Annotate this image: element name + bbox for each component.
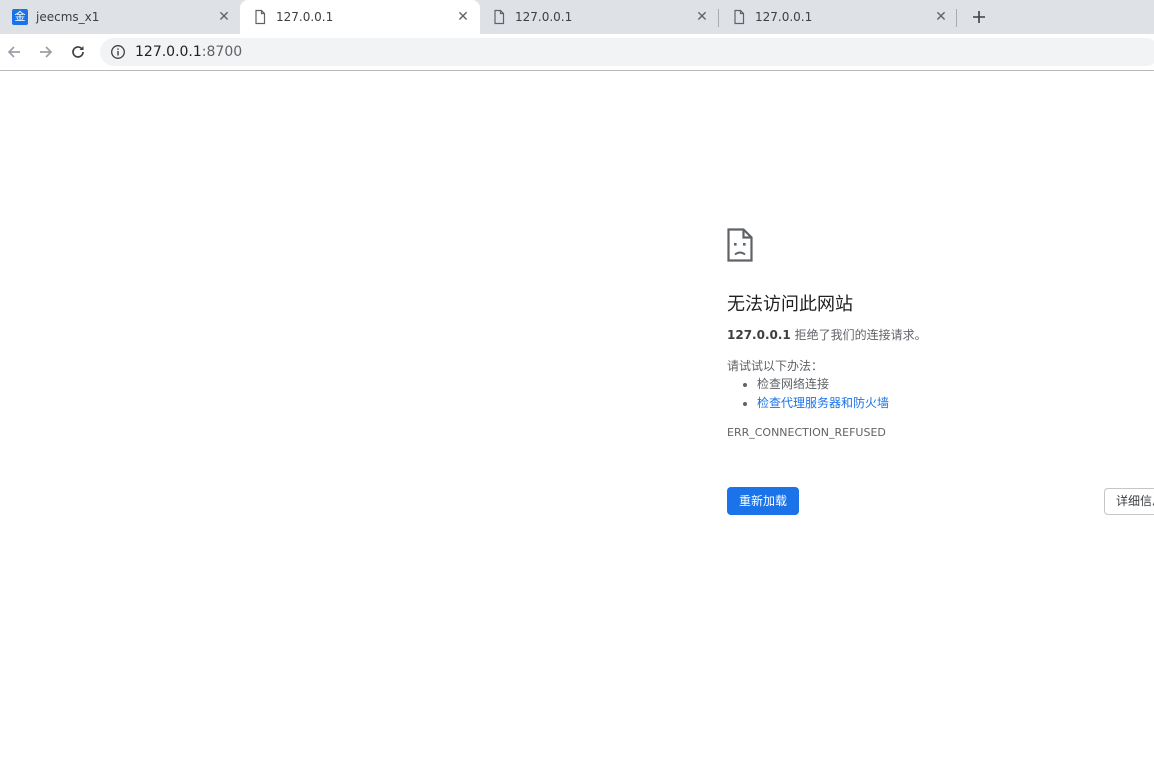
sad-page-icon <box>727 228 753 262</box>
forward-arrow-icon[interactable] <box>36 42 56 62</box>
tab-jeecms[interactable]: 金 jeecms_x1 ✕ <box>0 0 240 34</box>
reload-button[interactable]: 重新加载 <box>727 487 799 515</box>
tab-title: 127.0.0.1 <box>276 10 334 24</box>
tab-separator <box>956 9 957 27</box>
error-description: 127.0.0.1 拒绝了我们的连接请求。 <box>727 326 1147 344</box>
suggestion-check-network: 检查网络连接 <box>757 375 1147 394</box>
url-text[interactable]: 127.0.0.1:8700 <box>135 44 242 60</box>
details-button[interactable]: 详细信息 <box>1104 488 1154 515</box>
new-tab-button[interactable] <box>968 6 990 28</box>
error-code: ERR_CONNECTION_REFUSED <box>727 426 886 439</box>
suggestions-heading: 请试试以下办法： <box>727 359 824 373</box>
info-icon[interactable] <box>110 44 126 60</box>
tab-title: jeecms_x1 <box>36 10 100 24</box>
error-description-text: 拒绝了我们的连接请求。 <box>790 328 927 342</box>
tab-title: 127.0.0.1 <box>515 10 573 24</box>
reload-icon[interactable] <box>68 42 88 62</box>
tab-127-third[interactable]: 127.0.0.1 ✕ <box>719 0 957 34</box>
tab-close-icon[interactable]: ✕ <box>455 9 471 25</box>
error-content: 无法访问此网站 127.0.0.1 拒绝了我们的连接请求。 请试试以下办法： 检… <box>727 228 1147 441</box>
suggestions-list: 检查网络连接 检查代理服务器和防火墙 <box>727 375 1147 413</box>
page-icon <box>734 9 745 25</box>
tab-close-icon[interactable]: ✕ <box>933 9 949 25</box>
address-bar[interactable]: 127.0.0.1:8700 <box>100 38 1154 66</box>
browser-toolbar: 127.0.0.1:8700 <box>0 34 1154 71</box>
tab-127-active[interactable]: 127.0.0.1 ✕ <box>240 0 480 34</box>
check-proxy-link[interactable]: 检查代理服务器和防火墙 <box>757 396 889 410</box>
tab-close-icon[interactable]: ✕ <box>216 9 232 25</box>
error-title: 无法访问此网站 <box>727 294 853 315</box>
plus-icon <box>973 11 985 23</box>
url-host: 127.0.0.1 <box>135 44 202 60</box>
url-port: :8700 <box>201 44 243 60</box>
back-arrow-icon[interactable] <box>4 42 24 62</box>
error-host: 127.0.0.1 <box>727 328 791 342</box>
tab-strip: 金 jeecms_x1 ✕ 127.0.0.1 ✕ 127.0.0.1 ✕ 12… <box>0 0 1154 34</box>
tab-title: 127.0.0.1 <box>755 10 813 24</box>
tab-127-second[interactable]: 127.0.0.1 ✕ <box>479 0 719 34</box>
suggestion-check-proxy: 检查代理服务器和防火墙 <box>757 394 1147 413</box>
tab-close-icon[interactable]: ✕ <box>694 9 710 25</box>
jeecms-favicon-icon: 金 <box>12 9 28 25</box>
page-icon <box>494 9 505 25</box>
page-icon <box>255 9 266 25</box>
